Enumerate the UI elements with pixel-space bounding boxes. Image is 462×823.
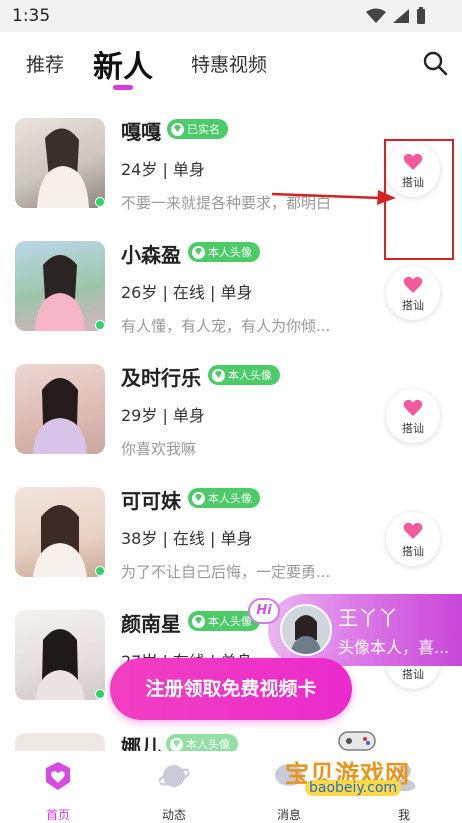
user-name: 颜南星 [121, 612, 181, 636]
avatar[interactable] [15, 610, 105, 700]
greet-label: 搭讪 [402, 668, 424, 681]
wifi-icon [366, 8, 386, 23]
greet-label: 搭讪 [402, 422, 424, 435]
list-item[interactable]: 可可妹 本人头像 38岁 | 在线 | 单身 为了不让自己后悔，一定要勇... … [0, 469, 462, 591]
online-indicator [95, 566, 105, 576]
list-item[interactable]: 及时行乐 本人头像 29岁 | 单身 你喜欢我嘛 搭讪 [0, 346, 462, 468]
heart-icon [403, 399, 423, 416]
status-time: 1:35 [12, 6, 51, 26]
user-name: 娜儿 [121, 735, 161, 751]
battery-icon [417, 7, 425, 24]
user-name: 小森盈 [121, 243, 181, 267]
tab-recommend[interactable]: 推荐 [26, 50, 64, 77]
diamond-icon [192, 245, 205, 259]
site-watermark: 宝贝游戏网 baobeiy.com [285, 728, 455, 798]
avatar[interactable] [15, 241, 105, 331]
greet-label: 搭讪 [402, 299, 424, 312]
diamond-icon [171, 122, 184, 136]
user-bio: 你喜欢我嘛 [121, 440, 197, 458]
watermark-url: baobeiy.com [305, 780, 402, 796]
online-indicator [95, 197, 105, 207]
user-bio: 有人懂，有人宠，有人为你倾... [121, 317, 331, 335]
tab-discount-video[interactable]: 特惠视频 [191, 50, 267, 77]
nav-moments[interactable]: 动态 [139, 760, 209, 823]
home-heart-icon [46, 762, 70, 790]
popup-avatar [280, 604, 332, 656]
heart-icon [403, 522, 423, 539]
greeting-popup[interactable]: 王丫丫 头像本人，喜... [268, 594, 462, 666]
status-icons [366, 7, 426, 25]
search-icon[interactable] [422, 50, 448, 76]
register-free-video-card-button[interactable]: 注册领取免费视频卡 [110, 658, 352, 720]
greet-button[interactable]: 搭讪 [386, 389, 440, 443]
signal-icon [393, 9, 409, 23]
gamepad-icon [338, 731, 376, 751]
annotation-arrow [271, 190, 396, 205]
diamond-icon [192, 491, 205, 505]
verified-badge: 已实名 [167, 119, 228, 139]
avatar[interactable] [15, 364, 105, 454]
user-name: 嘎嘎 [121, 120, 161, 144]
avatar[interactable] [15, 487, 105, 577]
user-info: 29岁 | 单身 [121, 406, 205, 425]
diamond-icon [192, 614, 205, 628]
verified-badge: 本人头像 [188, 488, 260, 508]
heart-icon [403, 276, 423, 293]
greet-button[interactable]: 搭讪 [386, 266, 440, 320]
online-indicator [95, 689, 105, 699]
diamond-icon [212, 368, 225, 382]
status-bar: 1:35 [0, 0, 462, 32]
user-info: 24岁 | 单身 [121, 160, 205, 179]
diamond-icon [170, 737, 183, 751]
greet-label: 搭讪 [402, 545, 424, 558]
hi-bubble: Hi [248, 598, 280, 624]
nav-home[interactable]: 首页 [23, 760, 93, 823]
online-indicator [95, 320, 105, 330]
planet-icon [157, 765, 191, 787]
tab-active-indicator [113, 85, 133, 90]
popup-name: 王丫丫 [338, 606, 398, 630]
popup-message: 头像本人，喜... [338, 638, 450, 657]
user-bio: 为了不让自己后悔，一定要勇... [121, 563, 331, 581]
avatar[interactable] [15, 118, 105, 208]
user-info: 26岁 | 在线 | 单身 [121, 283, 253, 302]
user-name: 及时行乐 [121, 366, 201, 390]
tab-newcomer[interactable]: 新人 [93, 42, 153, 86]
avatar[interactable] [15, 733, 105, 751]
verified-badge: 本人头像 [188, 242, 260, 262]
verified-badge: 本人头像 [166, 734, 238, 751]
greet-button[interactable]: 搭讪 [386, 512, 440, 566]
verified-badge: 本人头像 [208, 365, 280, 385]
user-info: 38岁 | 在线 | 单身 [121, 529, 253, 548]
user-name: 可可妹 [121, 489, 181, 513]
top-tab-bar: 推荐 新人 特惠视频 [0, 32, 462, 96]
